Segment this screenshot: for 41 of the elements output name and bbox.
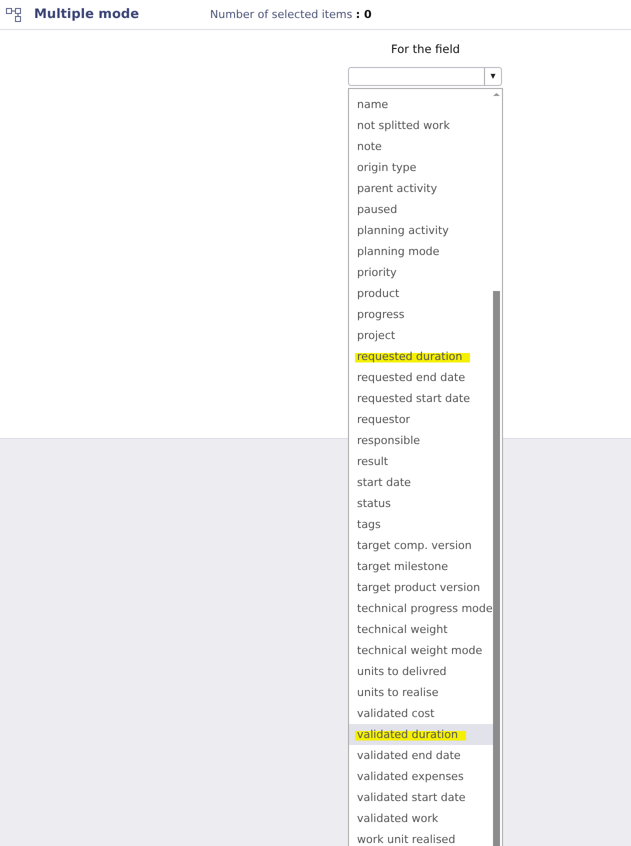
- field-option[interactable]: technical weight mode: [349, 640, 493, 661]
- field-option[interactable]: progress: [349, 304, 493, 325]
- field-option[interactable]: validated start date: [349, 787, 493, 808]
- field-option[interactable]: planning mode: [349, 241, 493, 262]
- field-option[interactable]: validated end date: [349, 745, 493, 766]
- field-option[interactable]: priority: [349, 262, 493, 283]
- field-option[interactable]: validated work: [349, 808, 493, 829]
- field-option[interactable]: technical weight: [349, 619, 493, 640]
- field-option[interactable]: tags: [349, 514, 493, 535]
- field-option[interactable]: name: [349, 94, 493, 115]
- field-option[interactable]: status: [349, 493, 493, 514]
- field-option[interactable]: project: [349, 325, 493, 346]
- page-title: Multiple mode: [34, 7, 140, 22]
- field-option[interactable]: result: [349, 451, 493, 472]
- field-option[interactable]: requested end date: [349, 367, 493, 388]
- field-option[interactable]: units to realise: [349, 682, 493, 703]
- field-option[interactable]: product: [349, 283, 493, 304]
- field-option[interactable]: validated cost: [349, 703, 493, 724]
- field-option[interactable]: paused: [349, 199, 493, 220]
- field-option[interactable]: target milestone: [349, 556, 493, 577]
- field-option[interactable]: note: [349, 136, 493, 157]
- field-option[interactable]: not splitted work: [349, 115, 493, 136]
- field-option[interactable]: start date: [349, 472, 493, 493]
- hierarchy-icon: [6, 6, 22, 22]
- field-option[interactable]: target comp. version: [349, 535, 493, 556]
- field-option[interactable]: planning activity: [349, 220, 493, 241]
- field-option[interactable]: origin type: [349, 157, 493, 178]
- field-option[interactable]: target product version: [349, 577, 493, 598]
- field-option[interactable]: work unit realised: [349, 829, 493, 846]
- field-option[interactable]: requestor: [349, 409, 493, 430]
- field-option[interactable]: parent activity: [349, 178, 493, 199]
- field-option[interactable]: units to delivred: [349, 661, 493, 682]
- field-option[interactable]: requested start date: [349, 388, 493, 409]
- scroll-up-icon[interactable]: [493, 92, 500, 97]
- field-option[interactable]: responsible: [349, 430, 493, 451]
- field-label: For the field: [390, 42, 461, 56]
- field-option[interactable]: technical progress mode: [349, 598, 493, 619]
- field-option[interactable]: validated duration: [349, 724, 493, 745]
- field-input[interactable]: [348, 67, 484, 86]
- selected-count: Number of selected items : 0: [210, 8, 372, 21]
- field-option[interactable]: validated expenses: [349, 766, 493, 787]
